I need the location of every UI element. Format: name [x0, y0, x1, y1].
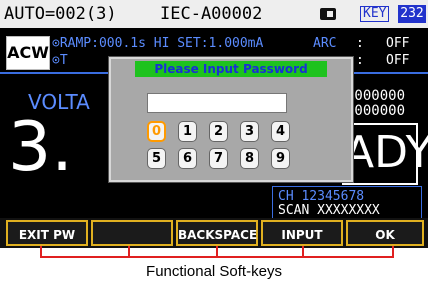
key-7[interactable]: 7: [209, 148, 228, 169]
radio-icon: ⊙: [52, 36, 60, 51]
callout-caption: Functional Soft-keys: [146, 263, 282, 280]
key-1[interactable]: 1: [178, 121, 197, 142]
softkey-exit-pw[interactable]: EXIT PW: [6, 220, 88, 246]
key-2[interactable]: 2: [209, 121, 228, 142]
key-lock-badge: KEY: [360, 6, 390, 22]
key-4[interactable]: 4: [271, 121, 290, 142]
scan-row: SCAN XXXXXXXX: [278, 203, 380, 218]
softkey-blank[interactable]: [91, 220, 173, 246]
param-row-2: ⊙T: [52, 53, 68, 69]
key-3[interactable]: 3: [240, 121, 259, 142]
softkey-input[interactable]: INPUT: [261, 220, 343, 246]
key-5[interactable]: 5: [147, 148, 166, 169]
row2-colon: :: [356, 53, 364, 68]
key-8[interactable]: 8: [240, 148, 259, 169]
ramp-hiset-row: ⊙RAMP:000.1s HI SET:1.000mA: [52, 36, 263, 52]
row2-prefix: T: [59, 53, 68, 68]
arc-value: OFF: [386, 36, 410, 51]
instrument-screen: AUTO=002(3) IEC-A00002 KEY 232 ACW ⊙RAMP…: [0, 0, 428, 248]
reading-value-1: 0000000: [346, 88, 406, 104]
key-6[interactable]: 6: [178, 148, 197, 169]
row2-value: OFF: [386, 53, 410, 68]
arc-label: ARC: [313, 36, 337, 51]
hi-set-value: HI SET:1.000mA: [153, 36, 264, 51]
auto-sequence-label: AUTO=002(3): [4, 4, 117, 24]
arc-colon: :: [356, 36, 364, 51]
key-9[interactable]: 9: [271, 148, 290, 169]
ramp-value: RAMP:000.1s: [59, 36, 146, 51]
mode-indicator: ACW: [6, 36, 50, 70]
softkey-ok[interactable]: OK: [346, 220, 424, 246]
softkey-backspace[interactable]: BACKSPACE: [176, 220, 258, 246]
reading-value-2: 0000000: [346, 103, 406, 119]
test-name: IEC-A00002: [160, 4, 263, 24]
dialog-title: Please Input Password: [135, 61, 327, 77]
channel-row: CH 12345678: [278, 189, 365, 204]
password-dialog: Please Input Password 0 1 2 3 4 5 6 7 8 …: [109, 57, 353, 182]
status-bar: AUTO=002(3) IEC-A00002 KEY 232: [0, 0, 428, 28]
callout-bracket: [40, 256, 394, 258]
password-field[interactable]: [147, 93, 287, 113]
key-0[interactable]: 0: [147, 121, 166, 142]
radio-icon: ⊙: [52, 53, 60, 68]
voltage-reading: 3.: [8, 108, 73, 187]
storage-icon: [320, 8, 336, 20]
status-text: ADY: [344, 127, 428, 178]
rs232-badge: 232: [398, 5, 426, 23]
